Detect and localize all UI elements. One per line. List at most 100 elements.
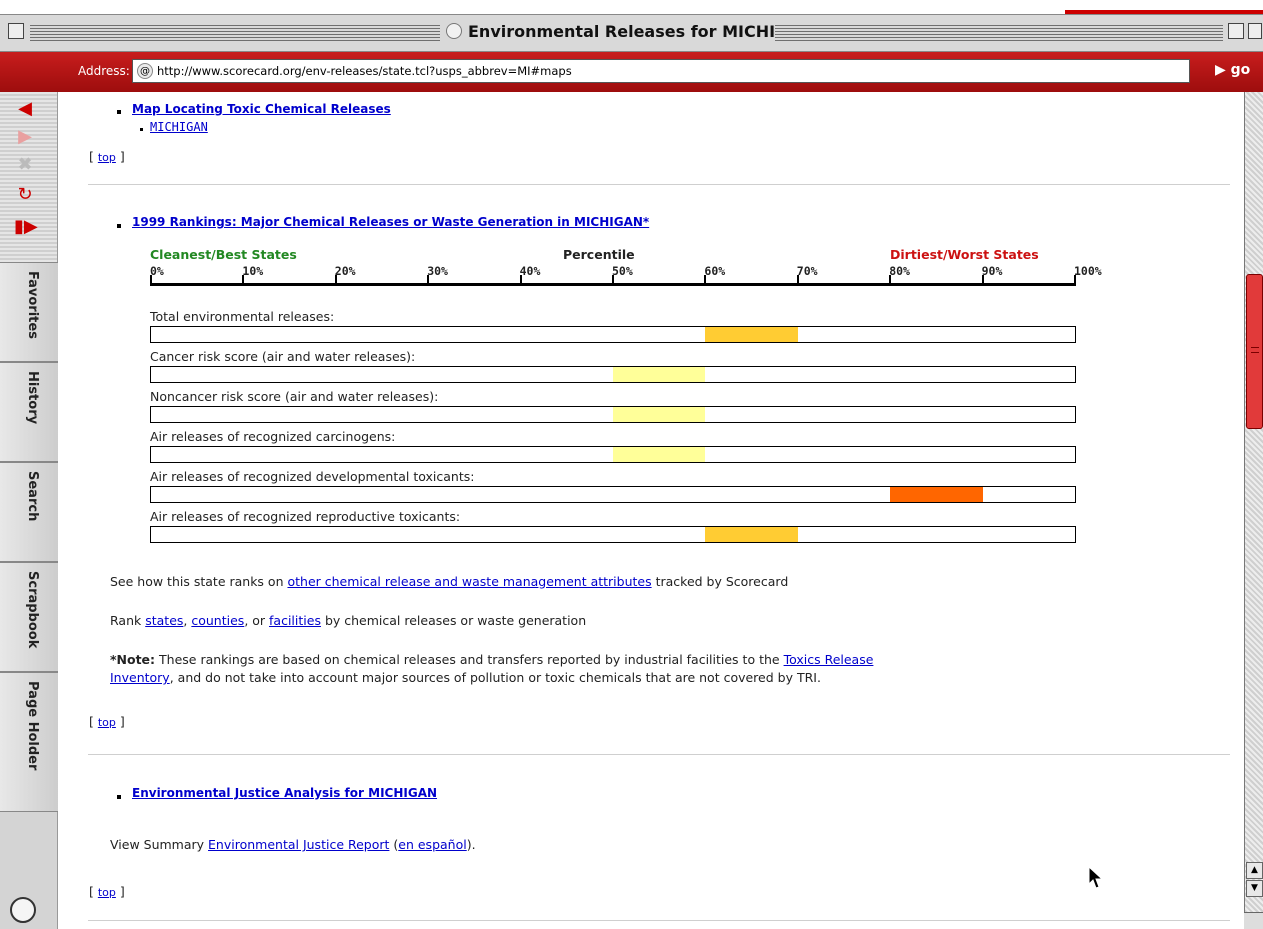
rank-line: Rank states, counties, or facilities by … xyxy=(110,613,586,628)
back-icon[interactable]: ◀ xyxy=(14,98,36,120)
top-link-wrapper: [ top ] xyxy=(89,149,125,164)
percent-tick-mark xyxy=(704,275,707,285)
ranking-bar-fill xyxy=(613,367,706,382)
ej-view-line: View Summary Environmental Justice Repor… xyxy=(110,837,476,852)
ej-report-link[interactable]: Environmental Justice Report xyxy=(208,837,389,852)
percent-tick-mark xyxy=(1074,275,1076,285)
tab-scrapbook-label: Scrapbook xyxy=(25,571,40,649)
bullet-icon xyxy=(117,795,121,799)
forward-icon[interactable]: ▶ xyxy=(14,126,36,148)
tab-history[interactable]: History xyxy=(0,362,58,462)
address-bar: Address: @ http://www.scorecard.org/env-… xyxy=(0,52,1263,92)
ranking-row-label: Air releases of recognized carcinogens: xyxy=(150,429,396,444)
titlebar-stripes-right xyxy=(775,23,1223,41)
vertical-scrollbar[interactable]: ▲ ▼ xyxy=(1244,92,1263,929)
go-button[interactable]: ▶ go xyxy=(1215,62,1250,78)
url-globe-icon: @ xyxy=(137,63,153,79)
states-link[interactable]: states xyxy=(145,613,183,628)
percent-tick-label: 50% xyxy=(612,264,633,278)
scroll-thumb[interactable] xyxy=(1246,274,1263,429)
titlebar-stripes xyxy=(30,23,440,41)
ranking-bar-track xyxy=(150,446,1076,463)
tab-favorites[interactable]: Favorites xyxy=(0,262,58,362)
scroll-down-icon[interactable]: ▼ xyxy=(1246,880,1263,897)
refresh-icon[interactable]: ↻ xyxy=(14,184,36,206)
paren-close: ). xyxy=(466,837,476,852)
percent-tick-label: 60% xyxy=(704,264,726,278)
note-text-2: , and do not take into account major sou… xyxy=(169,670,821,685)
section-divider xyxy=(88,184,1230,185)
rank-prefix: Rank xyxy=(110,613,146,628)
ranking-row-label: Cancer risk score (air and water release… xyxy=(150,349,416,364)
resize-handle-icon[interactable] xyxy=(10,897,36,923)
ranking-bar-fill xyxy=(705,327,798,342)
stop-icon[interactable]: ✖ xyxy=(14,154,36,176)
top-link[interactable]: top xyxy=(98,716,116,729)
percent-tick-label: 40% xyxy=(519,264,541,278)
tab-history-label: History xyxy=(25,371,40,425)
ranking-row-label: Noncancer risk score (air and water rele… xyxy=(150,389,439,404)
facilities-link[interactable]: facilities xyxy=(269,613,321,628)
ranking-bar-fill xyxy=(613,407,706,422)
rankings-heading-link[interactable]: 1999 Rankings: Major Chemical Releases o… xyxy=(132,215,649,229)
address-label: Address: xyxy=(78,64,130,78)
tri-link-part2[interactable]: Inventory xyxy=(110,670,170,685)
percent-tick-mark xyxy=(242,275,245,285)
home-icon[interactable]: ▮▶ xyxy=(14,216,38,238)
percent-tick-label: 100% xyxy=(1074,264,1102,278)
percent-tick-label: 90% xyxy=(981,264,1003,278)
percent-tick-label: 30% xyxy=(427,264,448,278)
tab-page-holder-label: Page Holder xyxy=(25,681,40,771)
sidebar-toolbar: ◀ ▶ ✖ ↻ ▮▶ xyxy=(0,92,58,262)
top-link[interactable]: top xyxy=(98,151,116,164)
michigan-map-link[interactable]: MICHIGAN xyxy=(150,120,208,134)
map-heading-link[interactable]: Map Locating Toxic Chemical Releases xyxy=(132,102,391,116)
tri-link-part1[interactable]: Toxics Release xyxy=(784,652,874,667)
counties-link[interactable]: counties xyxy=(191,613,244,628)
dirtiest-caption: Dirtiest/Worst States xyxy=(890,247,1039,262)
see-how-prefix: See how this state ranks on xyxy=(110,574,288,589)
top-link-wrapper: [ top ] xyxy=(89,714,125,729)
window-titlebar[interactable]: Environmental Releases for MICHIGAN xyxy=(0,14,1263,52)
note-text-1: These rankings are based on chemical rel… xyxy=(155,652,784,667)
bullet-icon xyxy=(117,110,121,114)
scroll-up-icon[interactable]: ▲ xyxy=(1246,862,1263,879)
other-attributes-link[interactable]: other chemical release and waste managem… xyxy=(287,574,651,589)
percent-tick-mark xyxy=(519,275,522,285)
tab-scrapbook[interactable]: Scrapbook xyxy=(0,562,58,672)
ranking-row-label: Air releases of recognized developmental… xyxy=(150,469,475,484)
ranking-bar-track xyxy=(150,406,1076,423)
url-field[interactable]: @ http://www.scorecard.org/env-releases/… xyxy=(132,59,1190,83)
ranking-bar-track xyxy=(150,526,1076,543)
percent-tick-mark xyxy=(334,275,337,285)
tab-favorites-label: Favorites xyxy=(25,271,40,339)
window-top-strip xyxy=(0,0,1263,15)
ranking-bar-fill xyxy=(613,447,706,462)
section-divider xyxy=(88,754,1230,755)
cleanest-caption: Cleanest/Best States xyxy=(150,247,297,262)
top-link-wrapper: [ top ] xyxy=(89,884,125,899)
url-text[interactable]: http://www.scorecard.org/env-releases/st… xyxy=(157,64,572,78)
percent-tick-label: 0% xyxy=(150,264,164,278)
resize-corner-icon[interactable] xyxy=(1244,912,1263,929)
ej-view-prefix: View Summary xyxy=(110,837,209,852)
window-title-text: Environmental Releases for MICHIGAN xyxy=(468,22,814,41)
window-title: Environmental Releases for MICHIGAN xyxy=(440,21,820,43)
rankings-chart: Cleanest/Best States Percentile Dirtiest… xyxy=(150,247,1102,547)
zoom-box-icon[interactable] xyxy=(1228,23,1244,39)
tab-page-holder[interactable]: Page Holder xyxy=(0,672,58,812)
percent-tick-label: 20% xyxy=(334,264,356,278)
mouse-cursor-icon xyxy=(1088,866,1104,889)
sidebar: ◀ ▶ ✖ ↻ ▮▶ Favorites History Search Scra… xyxy=(0,92,58,929)
tab-search[interactable]: Search xyxy=(0,462,58,562)
note-line-2: Inventory, and do not take into account … xyxy=(110,670,821,685)
scroll-grip-icon xyxy=(1251,347,1259,353)
top-link[interactable]: top xyxy=(98,886,116,899)
section-divider xyxy=(88,920,1230,921)
ej-heading-link[interactable]: Environmental Justice Analysis for MICHI… xyxy=(132,786,437,800)
go-label: go xyxy=(1230,62,1251,78)
close-box-icon[interactable] xyxy=(8,23,24,39)
percent-tick-label: 80% xyxy=(889,264,910,278)
espanol-link[interactable]: en español xyxy=(398,837,466,852)
collapse-box-icon[interactable] xyxy=(1248,23,1262,39)
